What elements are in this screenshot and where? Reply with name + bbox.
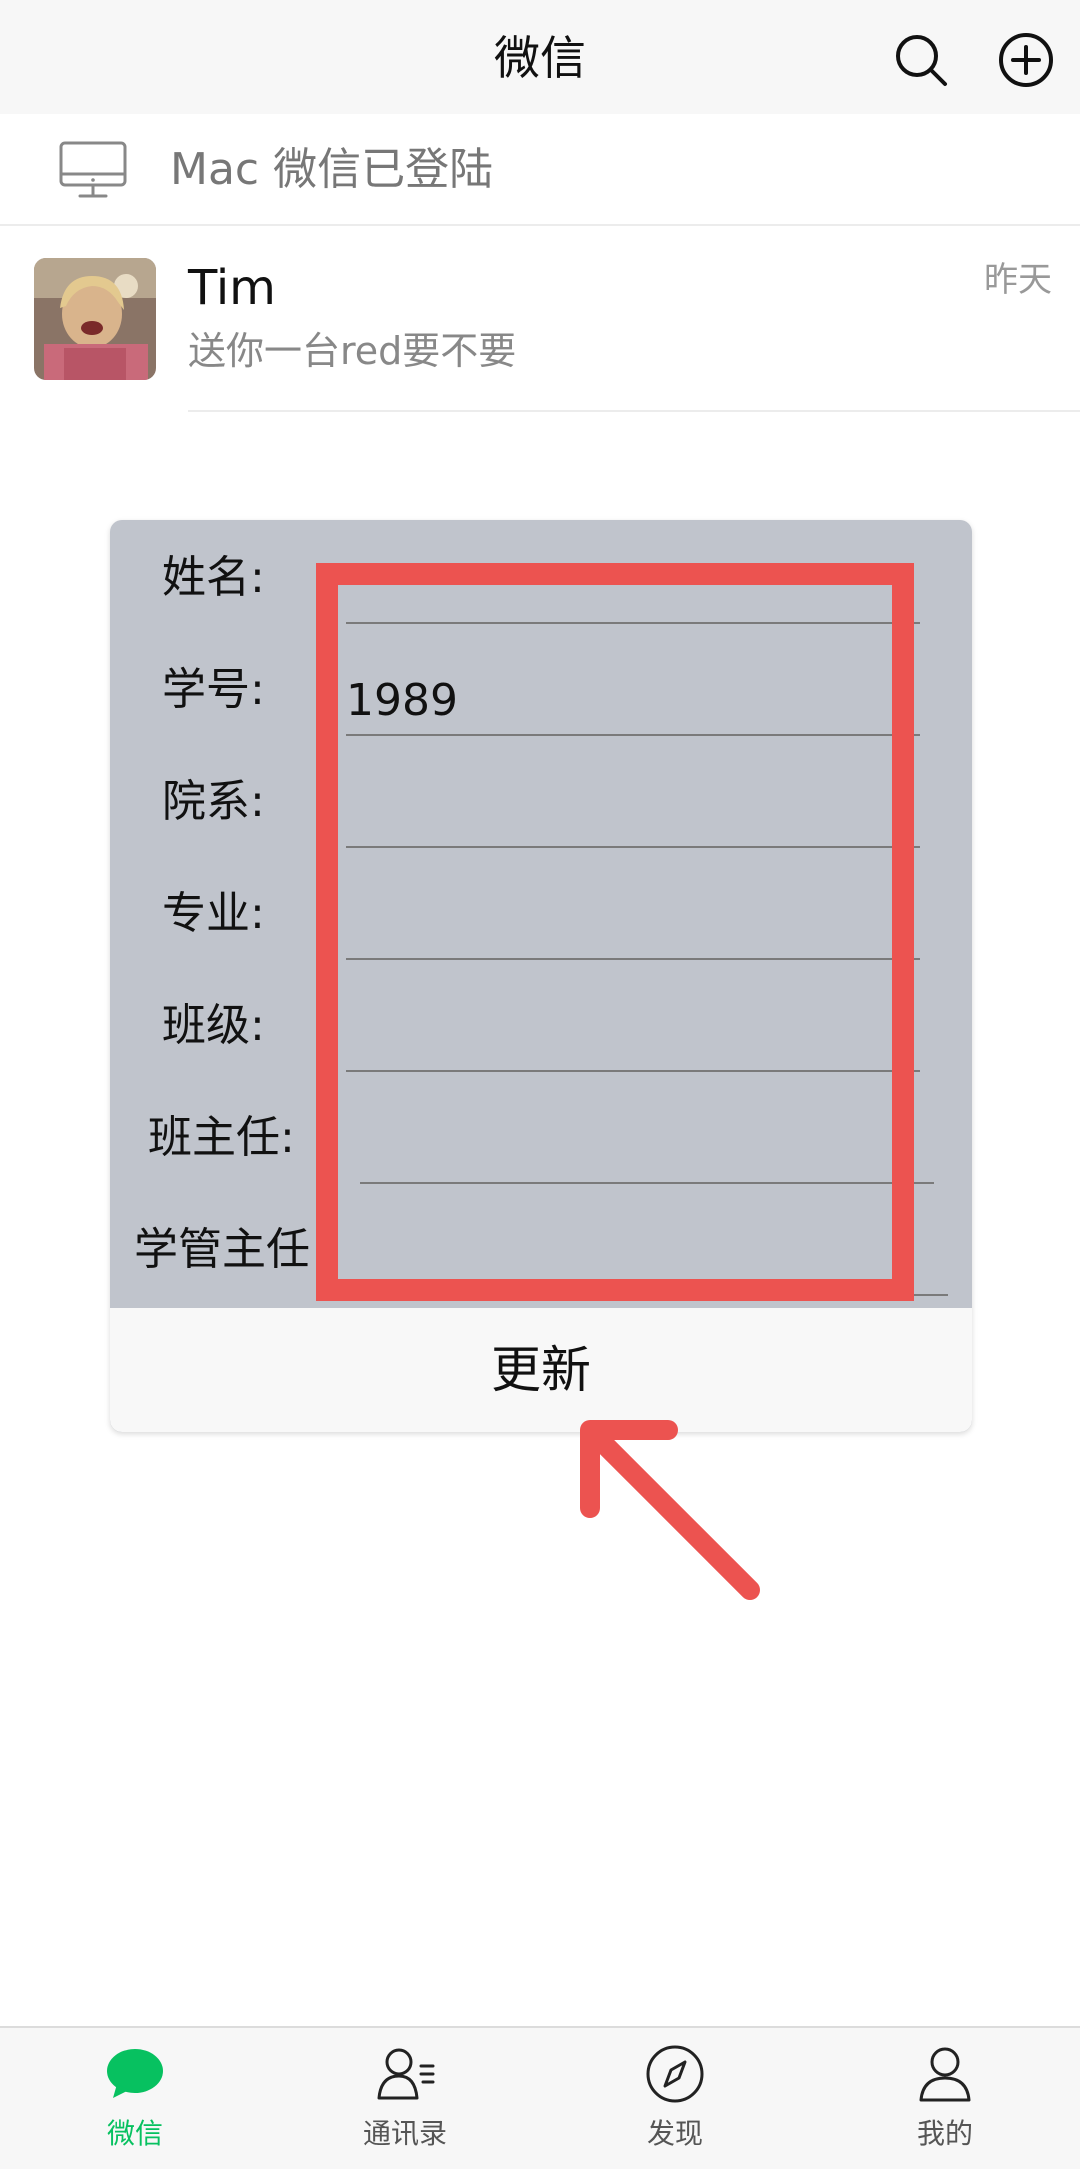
tab-me[interactable]: 我的: [810, 2028, 1080, 2169]
chat-bubble-icon: [105, 2044, 165, 2104]
tab-label-discover: 发现: [646, 2117, 703, 2150]
tab-label-chats: 微信: [106, 2117, 163, 2150]
chat-timestamp: 昨天: [984, 260, 1052, 300]
login-banner-text: Mac 微信已登陆: [170, 144, 494, 195]
tab-label-contacts: 通讯录: [362, 2117, 447, 2150]
bottom-tab-bar: 微信 通讯录 发现 我的: [0, 2026, 1080, 2169]
tab-contacts[interactable]: 通讯录: [270, 2028, 540, 2169]
tab-label-me: 我的: [916, 2117, 973, 2150]
avatar: [34, 258, 156, 380]
chat-contact-name: Tim: [188, 260, 276, 316]
contacts-icon: [375, 2044, 435, 2104]
wechat-screen: 微信 Mac 微信已登陆 Tim 送你一台red要不要 昨天 姓名: 学号: 1…: [0, 0, 1080, 2169]
search-icon: [896, 35, 947, 86]
student-id-label: 学号:: [162, 664, 265, 715]
class-label: 班级:: [162, 1000, 265, 1051]
annotation-highlight-box: [316, 563, 914, 1301]
tab-discover[interactable]: 发现: [540, 2028, 810, 2169]
add-button[interactable]: [996, 30, 1056, 90]
student-affairs-director-label: 学管主任: [134, 1224, 310, 1275]
monitor-icon: [58, 140, 128, 200]
name-label: 姓名:: [162, 552, 265, 603]
top-nav-bar: 微信: [0, 0, 1080, 114]
major-label: 专业:: [162, 888, 265, 939]
search-button[interactable]: [891, 30, 951, 90]
divider: [188, 410, 1080, 412]
update-button[interactable]: 更新: [110, 1308, 972, 1432]
head-teacher-label: 班主任:: [148, 1112, 295, 1163]
annotation-arrow-icon: [560, 1400, 780, 1620]
chat-list-item[interactable]: Tim 送你一台red要不要 昨天: [0, 226, 1080, 412]
tab-chats[interactable]: 微信: [0, 2028, 270, 2169]
compass-icon: [645, 2044, 705, 2104]
mac-login-banner[interactable]: Mac 微信已登陆: [0, 114, 1080, 226]
add-circle-icon: [999, 33, 1053, 87]
person-icon: [915, 2044, 975, 2104]
chat-message-preview: 送你一台red要不要: [188, 329, 517, 373]
department-label: 院系:: [162, 776, 265, 827]
